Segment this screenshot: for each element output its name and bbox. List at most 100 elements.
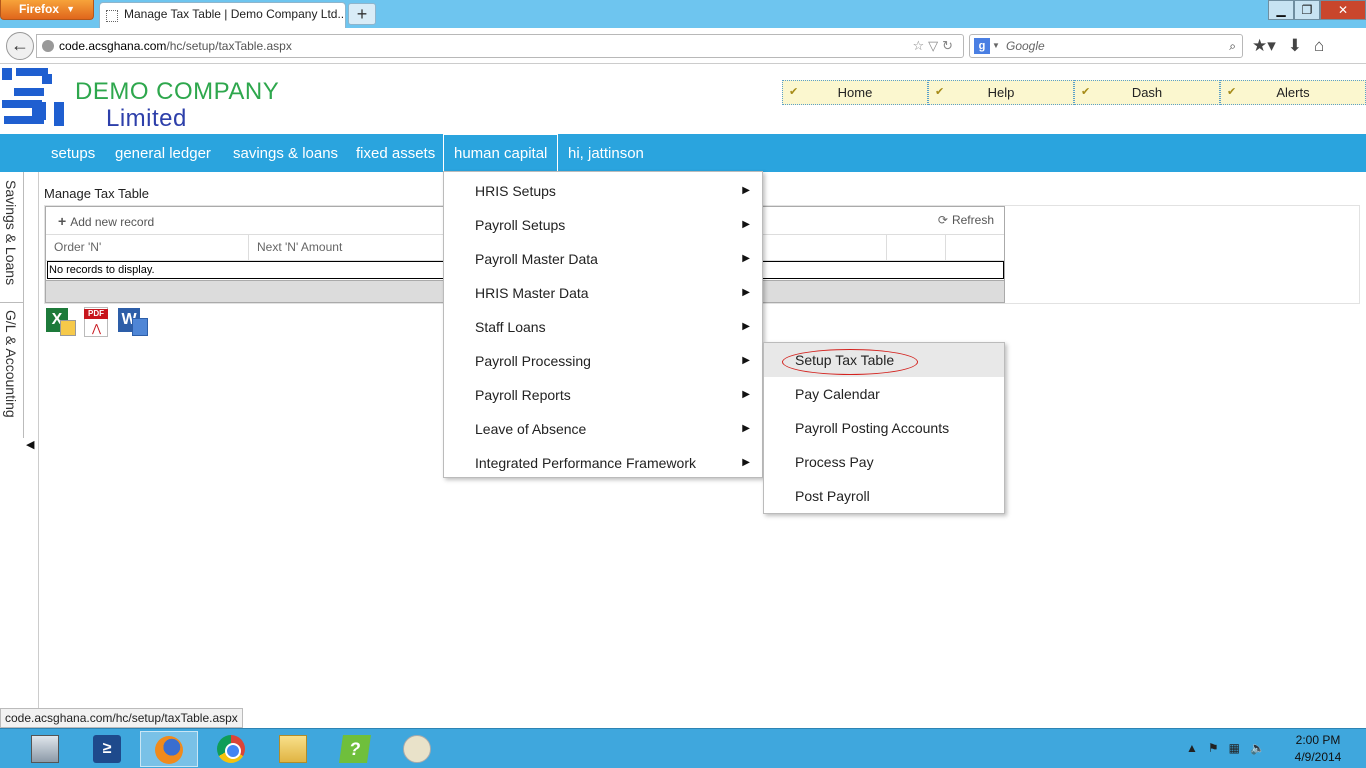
main-nav: setups general ledger savings & loans fi… (0, 134, 1366, 172)
help-glyph: ? (339, 735, 371, 763)
system-clock[interactable]: 2:00 PM 4/9/2014 (1288, 732, 1348, 766)
menu-item-payroll-setups[interactable]: Payroll Setups ▶ (444, 208, 762, 242)
submenu-arrow-icon: ▶ (742, 287, 750, 298)
checkmark-icon: ✔ (935, 86, 945, 98)
menu-item-integrated-performance-framework[interactable]: Integrated Performance Framework ▶ (444, 446, 762, 480)
server-manager-icon[interactable] (16, 731, 74, 767)
submenu-item-process-pay[interactable]: Process Pay (764, 445, 1004, 479)
menu-item-payroll-master-data[interactable]: Payroll Master Data ▶ (444, 242, 762, 276)
close-window-button[interactable]: ✕ (1320, 0, 1366, 20)
chevron-down-icon: ▼ (66, 4, 75, 14)
address-bar-icons: ☆▽↻ (912, 35, 957, 57)
history-dropdown-icon[interactable]: ▽ (928, 38, 942, 53)
firefox-menu-button[interactable]: Firefox ▼ (0, 0, 94, 20)
submenu-item-post-payroll[interactable]: Post Payroll (764, 479, 1004, 513)
add-record-label: Add new record (70, 215, 155, 229)
browser-navbar: ← code.acsghana.com/hc/setup/taxTable.as… (0, 28, 1366, 64)
collapse-arrow-icon[interactable]: ◀ (26, 438, 34, 451)
nav-setups[interactable]: setups (51, 134, 95, 172)
side-tab-gl-accounting[interactable]: G/L & Accounting (3, 310, 19, 418)
window-titlebar: Firefox ▼ Manage Tax Table | Demo Compan… (0, 0, 1366, 28)
network-icon[interactable]: ▦ (1229, 741, 1240, 755)
submenu-item-setup-tax-table[interactable]: Setup Tax Table (764, 343, 1004, 377)
refresh-icon: ⟳ (937, 213, 948, 227)
export-buttons: X PDF ⋀ W (44, 306, 148, 338)
top-menu-alerts[interactable]: ✔ Alerts (1220, 80, 1366, 105)
export-pdf-icon[interactable]: PDF ⋀ (80, 306, 112, 338)
submenu-arrow-icon: ▶ (742, 185, 750, 196)
submenu-arrow-icon: ▶ (742, 253, 750, 264)
restore-button[interactable]: ❐ (1294, 0, 1320, 20)
top-menu-dash[interactable]: ✔ Dash (1074, 80, 1220, 105)
google-engine-icon[interactable]: g (974, 38, 990, 54)
nav-human-capital[interactable]: human capital (443, 134, 559, 172)
top-menu-label: Dash (1131, 85, 1163, 100)
checkmark-icon: ✔ (789, 86, 799, 98)
minimize-button[interactable]: ▁ (1268, 0, 1294, 20)
top-menu-label: Home (837, 85, 873, 100)
add-record-button[interactable]: + Add new record (58, 213, 154, 229)
server-manager-glyph (31, 735, 59, 763)
column-header-delete (946, 235, 1004, 260)
address-bar[interactable]: code.acsghana.com/hc/setup/taxTable.aspx… (36, 34, 964, 58)
search-bar[interactable]: g ▼ Google ⌕ (969, 34, 1243, 58)
tray-expand-icon[interactable]: ▲ (1186, 741, 1198, 755)
top-menu-home[interactable]: ✔ Home (782, 80, 928, 105)
menu-item-label: Integrated Performance Framework (475, 455, 696, 471)
menu-item-label: Staff Loans (475, 319, 546, 335)
refresh-button[interactable]: ⟳ Refresh (938, 213, 994, 227)
side-tab-savings-loans[interactable]: Savings & Loans (3, 180, 19, 285)
downloads-icon[interactable]: ⬇ (1288, 36, 1302, 56)
powershell-icon[interactable]: ≥ (78, 731, 136, 767)
menu-item-hris-master-data[interactable]: HRIS Master Data ▶ (444, 276, 762, 310)
submenu-item-payroll-posting-accounts[interactable]: Payroll Posting Accounts (764, 411, 1004, 445)
top-menu-help[interactable]: ✔ Help (928, 80, 1074, 105)
nav-savings-loans[interactable]: savings & loans (233, 134, 338, 172)
submenu-arrow-icon: ▶ (742, 355, 750, 366)
firefox-menu-label: Firefox (19, 2, 60, 16)
volume-icon[interactable]: 🔈 (1250, 741, 1265, 755)
browser-tab[interactable]: Manage Tax Table | Demo Company Ltd... (99, 2, 346, 28)
menu-item-payroll-reports[interactable]: Payroll Reports ▶ (444, 378, 762, 412)
new-tab-button[interactable]: + (348, 3, 376, 25)
top-menu-label: Alerts (1276, 85, 1310, 100)
menu-item-staff-loans[interactable]: Staff Loans ▶ (444, 310, 762, 344)
reload-icon[interactable]: ↻ (942, 38, 957, 53)
nav-user-greeting[interactable]: hi, jattinson (568, 134, 644, 172)
firefox-icon[interactable] (140, 731, 198, 767)
export-word-icon[interactable]: W (116, 306, 148, 338)
help-app-icon[interactable]: ? (326, 731, 384, 767)
menu-item-label: Payroll Reports (475, 387, 571, 403)
chrome-icon[interactable] (202, 731, 260, 767)
submenu-item-pay-calendar[interactable]: Pay Calendar (764, 377, 1004, 411)
export-excel-icon[interactable]: X (44, 306, 76, 338)
column-header-edit (887, 235, 946, 260)
clock-date: 4/9/2014 (1294, 750, 1342, 764)
column-header-order[interactable]: Order 'N' (46, 235, 249, 260)
menu-item-payroll-processing[interactable]: Payroll Processing ▶ (444, 344, 762, 378)
menu-item-leave-of-absence[interactable]: Leave of Absence ▶ (444, 412, 762, 446)
nav-general-ledger[interactable]: general ledger (115, 134, 211, 172)
page-favicon-icon (106, 10, 118, 22)
home-icon[interactable]: ⌂ (1314, 36, 1324, 56)
submenu-arrow-icon: ▶ (742, 389, 750, 400)
file-explorer-icon[interactable] (264, 731, 322, 767)
status-bar: code.acsghana.com/hc/setup/taxTable.aspx (0, 708, 243, 728)
paint-glyph (403, 735, 431, 763)
refresh-label: Refresh (951, 213, 994, 227)
back-button[interactable]: ← (6, 32, 34, 60)
paint-icon[interactable] (388, 731, 446, 767)
menu-item-label: Payroll Processing (475, 353, 591, 369)
bookmark-star-icon[interactable]: ☆ (912, 38, 928, 53)
menu-item-hris-setups[interactable]: HRIS Setups ▶ (444, 174, 762, 208)
tab-title: Manage Tax Table | Demo Company Ltd... (124, 7, 346, 21)
action-center-icon[interactable]: ⚑ (1208, 741, 1219, 755)
search-icon[interactable]: ⌕ (1229, 35, 1236, 57)
submenu-arrow-icon: ▶ (742, 457, 750, 468)
url-path: /hc/setup/taxTable.aspx (166, 39, 292, 53)
menu-item-label: HRIS Setups (475, 183, 556, 199)
nav-fixed-assets[interactable]: fixed assets (356, 134, 435, 172)
windows-taskbar: ≥ ? ▲ ⚑ ▦ 🔈 2:00 PM 4/9/2014 (0, 728, 1366, 768)
top-menu: ✔ Home ✔ Help ✔ Dash ✔ Alerts (782, 80, 1366, 105)
bookmarks-icon[interactable]: ★▾ (1252, 36, 1276, 56)
